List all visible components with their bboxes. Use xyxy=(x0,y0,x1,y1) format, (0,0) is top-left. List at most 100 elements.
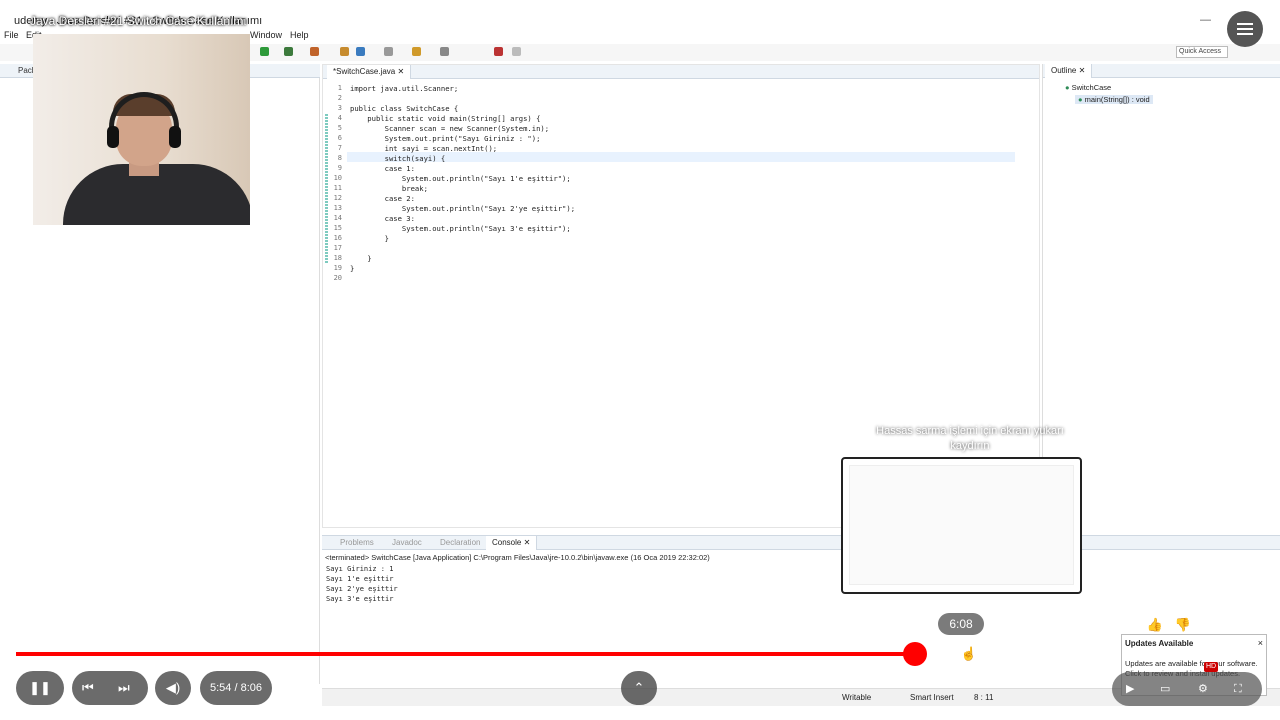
volume-button[interactable]: ◀) xyxy=(155,671,191,705)
line-number: 4 xyxy=(337,114,342,122)
line-number: 10 xyxy=(333,174,342,182)
tab-declaration[interactable]: Declaration xyxy=(440,538,480,547)
tab-outline[interactable]: Outline ✕ xyxy=(1045,64,1093,78)
class-icon: ● xyxy=(1065,83,1070,92)
line-number: 9 xyxy=(337,164,342,172)
outline-class[interactable]: ● SwitchCase xyxy=(1065,83,1111,92)
forward-icon[interactable] xyxy=(512,47,521,56)
hover-time-bubble: 6:08 xyxy=(938,613,984,635)
line-number: 19 xyxy=(333,264,342,272)
code-line[interactable]: } xyxy=(350,254,371,263)
line-number: 13 xyxy=(333,204,342,212)
code-line[interactable]: import java.util.Scanner; xyxy=(350,84,458,93)
tab-problems[interactable]: Problems xyxy=(340,538,374,547)
expand-up-button[interactable]: ⌃ xyxy=(621,671,657,705)
status-writable: Writable xyxy=(842,693,872,702)
pause-button[interactable]: ❚❚ xyxy=(16,671,64,705)
subtitles-icon[interactable]: ▭ xyxy=(1160,672,1170,706)
line-number: 1 xyxy=(337,84,342,92)
console-output-1: Sayı Giriniz : 1 xyxy=(326,565,394,573)
search-icon[interactable] xyxy=(412,47,421,56)
hd-badge: HD xyxy=(1204,662,1219,672)
menu-icon[interactable] xyxy=(1227,11,1263,47)
line-number: 12 xyxy=(333,194,342,202)
code-line[interactable]: switch(sayi) { xyxy=(350,154,446,163)
code-line[interactable]: public class SwitchCase { xyxy=(350,104,458,113)
headset-cup-left xyxy=(107,126,119,148)
previous-icon[interactable]: ⏮ xyxy=(82,671,94,705)
current-line-highlight xyxy=(347,152,1015,162)
autoplay-icon[interactable]: ▶ xyxy=(1126,672,1134,706)
line-number-ruler: 1 2 3 4 5 6 7 8 9 10 11 12 13 14 15 16 17 18 19 20 xyxy=(328,82,346,522)
volume-icon: ◀) xyxy=(165,680,181,695)
fullscreen-icon[interactable]: ⛶ xyxy=(1234,672,1242,706)
code-line[interactable]: } xyxy=(350,264,354,273)
next-annotation-icon[interactable] xyxy=(440,47,449,56)
line-number: 16 xyxy=(333,234,342,242)
outline-method-name: main(String[]) : void xyxy=(1084,95,1150,104)
menu-file[interactable]: File xyxy=(4,30,19,40)
screen: udemy - Java Dersleri #21 - Switch Case … xyxy=(0,0,1280,720)
seek-preview-thumbnail xyxy=(841,457,1082,594)
time-display: 5:54 / 8:06 xyxy=(200,671,272,705)
new-java-package-icon[interactable] xyxy=(340,47,349,56)
seek-hint: Hassas sarma işlemi için ekranı yukarı k… xyxy=(876,425,1064,452)
status-cursor-position: 8 : 11 xyxy=(974,693,994,702)
code-line[interactable]: case 1: xyxy=(350,164,415,173)
code-line[interactable]: public static void main(String[] args) { xyxy=(350,114,540,123)
tab-switchcase-java[interactable]: *SwitchCase.java ✕ xyxy=(327,65,412,79)
tab-label: *SwitchCase.java xyxy=(333,67,396,76)
console-output-2: Sayı 1'e eşittir xyxy=(326,575,394,583)
code-line[interactable]: case 2: xyxy=(350,194,415,203)
open-type-icon[interactable] xyxy=(384,47,393,56)
outline-tabbar: Outline ✕ xyxy=(1043,64,1280,78)
minimize-button[interactable]: — xyxy=(1200,14,1211,26)
quick-access-field[interactable]: Quick Access xyxy=(1176,46,1228,58)
line-number: 15 xyxy=(333,224,342,232)
debug-icon[interactable] xyxy=(284,47,293,56)
updates-title: Updates Available xyxy=(1125,639,1194,648)
updates-close-icon[interactable]: × xyxy=(1258,638,1263,648)
line-number: 18 xyxy=(333,254,342,262)
next-icon[interactable]: ⏭ xyxy=(118,671,130,705)
console-terminated-label: <terminated> SwitchCase [Java Applicatio… xyxy=(325,553,710,562)
chevron-up-icon: ⌃ xyxy=(633,680,645,695)
code-line[interactable]: System.out.println("Sayı 3'e eşittir"); xyxy=(350,224,571,233)
outline-tab-label: Outline xyxy=(1051,66,1077,75)
code-line[interactable]: System.out.print("Sayı Giriniz : "); xyxy=(350,134,541,143)
back-icon[interactable] xyxy=(494,47,503,56)
player-settings-bar: ▶ ▭ ⚙ HD ⛶ xyxy=(1112,662,1262,706)
progress-fill xyxy=(16,652,915,656)
code-line[interactable]: System.out.println("Sayı 2'ye eşittir"); xyxy=(350,204,575,213)
hand-cursor-icon: ☝ xyxy=(960,646,977,661)
console-tabbar: Problems Javadoc Declaration Console ✕ xyxy=(322,536,1280,550)
console-output-3: Sayı 2'ye eşittir xyxy=(326,585,398,593)
code-line[interactable]: case 3: xyxy=(350,214,415,223)
editor-tabbar: *SwitchCase.java ✕ xyxy=(323,65,1039,79)
code-line[interactable]: break; xyxy=(350,184,428,193)
console-output-4: Sayı 3'e eşittir xyxy=(326,595,394,603)
line-number: 5 xyxy=(337,124,342,132)
skip-controls: ⏮ ⏭ xyxy=(72,671,148,705)
run-icon[interactable] xyxy=(260,47,269,56)
headset-cup-right xyxy=(169,126,181,148)
tab-javadoc[interactable]: Javadoc xyxy=(392,538,422,547)
code-line[interactable]: Scanner scan = new Scanner(System.in); xyxy=(350,124,549,133)
menu-window[interactable]: Window xyxy=(250,30,282,40)
code-line[interactable]: int sayi = scan.nextInt(); xyxy=(350,144,498,153)
line-number: 11 xyxy=(333,184,342,192)
external-tools-icon[interactable] xyxy=(310,47,319,56)
line-number: 8 xyxy=(337,154,342,162)
outline-method[interactable]: ● main(String[]) : void xyxy=(1075,95,1153,104)
tab-console[interactable]: Console ✕ xyxy=(486,536,538,550)
progress-scrubber[interactable] xyxy=(902,642,927,666)
code-line[interactable]: } xyxy=(350,234,389,243)
line-number: 2 xyxy=(337,94,342,102)
outline-class-name: SwitchCase xyxy=(1071,83,1112,92)
menu-help[interactable]: Help xyxy=(290,30,309,40)
line-number: 14 xyxy=(333,214,342,222)
new-class-icon[interactable] xyxy=(356,47,365,56)
preview-frame xyxy=(849,465,1074,585)
code-line[interactable]: System.out.println("Sayı 1'e eşittir"); xyxy=(350,174,571,183)
settings-gear-icon[interactable]: ⚙ xyxy=(1198,672,1208,706)
